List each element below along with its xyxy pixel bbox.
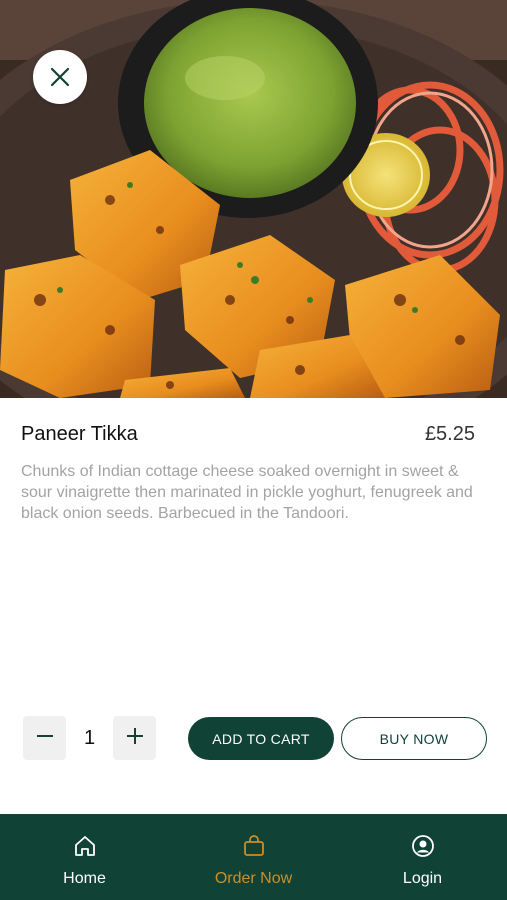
shopping-bag-icon <box>242 834 266 863</box>
add-to-cart-button[interactable]: ADD TO CART <box>188 717 334 760</box>
nav-label-home: Home <box>63 870 106 887</box>
bottom-nav: Home Order Now Login <box>0 814 507 900</box>
decrement-button[interactable] <box>23 716 66 760</box>
item-details: Paneer Tikka £5.25 Chunks of Indian cott… <box>21 423 486 524</box>
title-row: Paneer Tikka £5.25 <box>21 423 486 446</box>
nav-label-order-now: Order Now <box>214 870 293 887</box>
quantity-stepper: 1 <box>23 716 156 760</box>
item-price: £5.25 <box>424 423 475 445</box>
nav-item-order-now[interactable]: Order Now <box>169 814 338 900</box>
home-icon <box>73 834 97 863</box>
quantity-value: 1 <box>83 726 96 749</box>
dish-image <box>0 0 507 398</box>
user-circle-icon <box>411 834 435 863</box>
item-description: Chunks of Indian cottage cheese soaked o… <box>21 463 473 522</box>
nav-item-home[interactable]: Home <box>0 814 169 900</box>
buy-now-button[interactable]: BUY NOW <box>341 717 487 760</box>
item-title: Paneer Tikka <box>21 423 138 445</box>
plus-icon <box>126 727 144 750</box>
close-button[interactable] <box>33 50 87 104</box>
minus-icon <box>36 727 54 750</box>
nav-label-login: Login <box>402 870 443 887</box>
nav-item-login[interactable]: Login <box>338 814 507 900</box>
close-icon <box>50 67 70 87</box>
increment-button[interactable] <box>113 716 156 760</box>
